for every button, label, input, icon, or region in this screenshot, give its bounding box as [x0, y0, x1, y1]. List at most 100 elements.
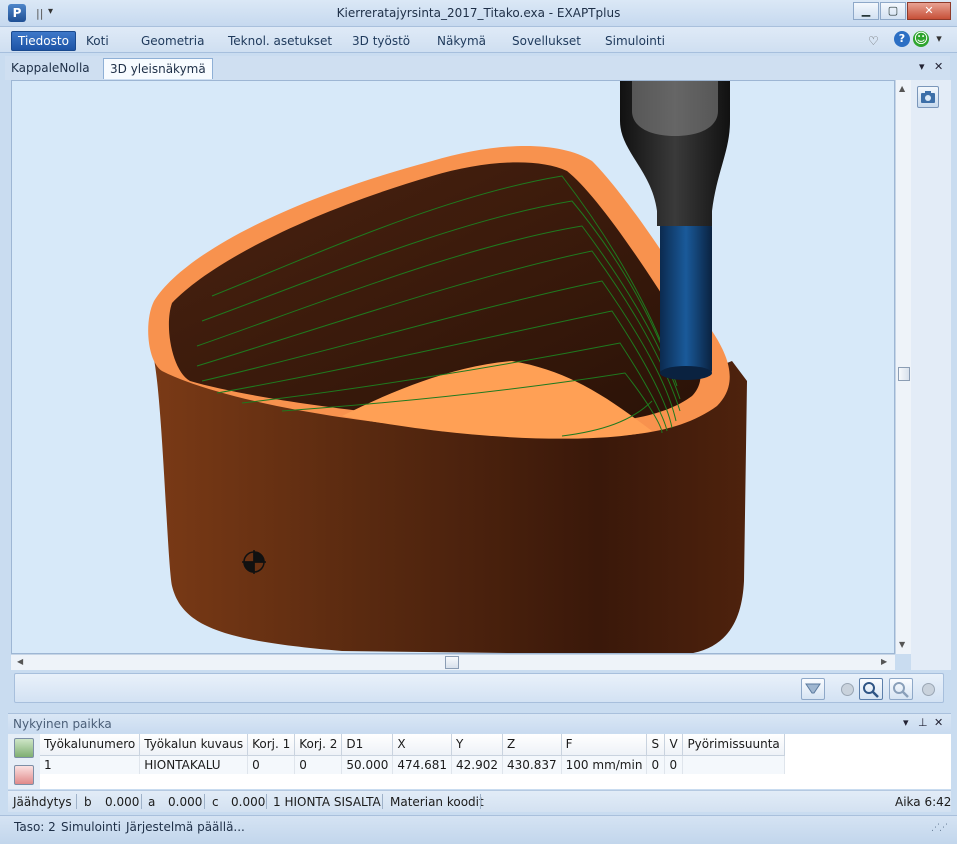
panel-close-icon[interactable]: ✕ — [934, 716, 943, 729]
workpiece-3d-render — [148, 81, 747, 653]
table-cell: 430.837 — [502, 755, 562, 774]
zoom-window-icon[interactable] — [859, 678, 883, 700]
column-header[interactable]: Korj. 1 — [247, 734, 296, 756]
column-header[interactable]: Pyörimissuunta — [682, 734, 785, 756]
status-divider — [266, 794, 267, 809]
vertical-scrollbar[interactable]: ▲ ▼ — [895, 80, 911, 654]
tab-koti[interactable]: Koti — [80, 31, 115, 51]
tab-teknol-asetukset[interactable]: Teknol. asetukset — [222, 31, 338, 51]
table-cell: 0 — [664, 755, 684, 774]
table-cell: HIONTAKALU — [139, 755, 249, 774]
c-axis-value: 0.000 — [231, 795, 266, 809]
status-divider — [76, 794, 77, 809]
options-dropdown-icon[interactable]: ▾ — [931, 31, 947, 47]
cooling-label: Jäähdytys — [13, 795, 72, 809]
column-header[interactable]: Työkalunumero — [40, 734, 141, 756]
scroll-down-icon[interactable]: ▼ — [899, 640, 905, 649]
status-divider — [204, 794, 205, 809]
smiley-icon[interactable]: ☺ — [913, 31, 929, 47]
tool-shank — [660, 221, 712, 376]
position-grid: Työkalunumero Työkalun kuvaus Korj. 1 Korj.… — [8, 734, 951, 789]
help-icon[interactable]: ? — [894, 31, 910, 47]
zoom-in-icon[interactable] — [922, 683, 935, 696]
column-header[interactable]: V — [664, 734, 684, 756]
table-cell: 474.681 — [392, 755, 453, 774]
position-panel-title: Nykyinen paikka — [13, 717, 112, 731]
table-cell: 1 — [40, 755, 141, 774]
table-cell: 100 mm/min — [561, 755, 648, 774]
tab-3d-tyosto[interactable]: 3D työstö — [346, 31, 416, 51]
a-axis-label: a — [148, 795, 156, 809]
minimize-button[interactable]: ▁ — [853, 2, 879, 20]
column-header[interactable]: X — [392, 734, 453, 756]
view-toolbar — [14, 673, 944, 703]
side-toolbar — [911, 80, 951, 670]
ribbon-tabs: Tiedosto Koti Geometria Teknol. asetukse… — [0, 27, 957, 53]
title-bar: P || ▾ Kierreratajyrsinta_2017_Titako.ex… — [0, 0, 957, 27]
level-status: Taso: 2 — [14, 820, 56, 834]
panel-menu-icon[interactable]: ▾ — [903, 716, 909, 729]
mode-status: Simulointi — [61, 820, 121, 834]
view-filter-icon[interactable] — [801, 678, 825, 700]
table-row[interactable]: 1 HIONTAKALU 0 0 50.000 474.681 42.902 430.837 1… — [40, 755, 785, 774]
zoom-out-icon[interactable] — [841, 683, 854, 696]
panel-pin-icon[interactable]: ⊥ — [918, 716, 928, 729]
doc-tab-kappalenolla[interactable]: KappaleNolla — [5, 58, 96, 79]
tab-sovellukset[interactable]: Sovellukset — [506, 31, 587, 51]
column-header[interactable]: S — [646, 734, 666, 756]
column-header[interactable]: Korj. 2 — [294, 734, 343, 756]
b-axis-value: 0.000 — [105, 795, 140, 809]
table-cell: 50.000 — [341, 755, 394, 774]
table-cell: 0 — [294, 755, 343, 774]
grid-icon-column — [8, 734, 40, 789]
column-header[interactable]: Työkalun kuvaus — [139, 734, 249, 756]
horizontal-scroll-thumb[interactable] — [445, 656, 459, 669]
machining-status-bar: Jäähdytys b 0.000 a 0.000 c 0.000 1 HION… — [8, 790, 951, 812]
camera-icon[interactable] — [917, 86, 939, 108]
window-title: Kierreratajyrsinta_2017_Titako.exa - EXA… — [336, 6, 621, 20]
column-header[interactable]: F — [561, 734, 648, 756]
status-divider — [382, 794, 383, 809]
c-axis-label: c — [212, 795, 219, 809]
column-header[interactable]: Y — [451, 734, 504, 756]
doc-tab-close-icon[interactable]: ✕ — [934, 60, 943, 73]
column-header[interactable]: D1 — [341, 734, 394, 756]
b-axis-label: b — [84, 795, 92, 809]
close-button[interactable]: ✕ — [907, 2, 951, 20]
column-header[interactable]: Z — [502, 734, 562, 756]
doc-tab-3d-yleisnakyma[interactable]: 3D yleisnäkymä — [103, 58, 213, 79]
table-cell — [682, 755, 785, 774]
workpiece-cube-icon[interactable] — [14, 765, 34, 785]
tab-nakyma[interactable]: Näkymä — [431, 31, 492, 51]
horizontal-scrollbar[interactable]: ◀ ▶ — [11, 654, 895, 670]
position-table: Työkalunumero Työkalun kuvaus Korj. 1 Korj.… — [40, 734, 785, 774]
resize-grip-icon[interactable]: ⋰⋰ — [931, 823, 948, 833]
system-status: Järjestelmä päällä... — [126, 820, 245, 834]
material-codes-label: Materian koodit — [390, 795, 484, 809]
position-panel-header: Nykyinen paikka ▾ ⊥ ✕ — [8, 713, 951, 733]
scroll-right-icon[interactable]: ▶ — [881, 657, 887, 666]
status-divider — [480, 794, 481, 809]
table-cell: 0 — [247, 755, 296, 774]
scroll-up-icon[interactable]: ▲ — [899, 84, 905, 93]
tab-tiedosto[interactable]: Tiedosto — [11, 31, 76, 51]
zoom-dynamic-icon[interactable] — [889, 678, 913, 700]
maximize-button[interactable]: ▢ — [880, 2, 906, 20]
time-label: Aika 6:42 — [895, 795, 952, 809]
document-tabs: KappaleNolla 3D yleisnäkymä ▾ ✕ — [5, 56, 950, 80]
scroll-left-icon[interactable]: ◀ — [17, 657, 23, 666]
3d-viewport[interactable] — [11, 80, 895, 654]
window-controls: ▁ ▢ ✕ — [852, 2, 951, 20]
a-axis-value: 0.000 — [168, 795, 203, 809]
doc-tabs-menu-icon[interactable]: ▾ — [919, 60, 925, 73]
vertical-scroll-thumb[interactable] — [898, 367, 910, 381]
machine-view-icon[interactable] — [14, 738, 34, 758]
tab-simulointi[interactable]: Simulointi — [599, 31, 671, 51]
operation-label: 1 HIONTA SISALTA — [273, 795, 381, 809]
status-divider — [141, 794, 142, 809]
tab-geometria[interactable]: Geometria — [135, 31, 210, 51]
table-cell: 42.902 — [451, 755, 504, 774]
ribbon-collapse-icon[interactable]: ♡ — [862, 31, 885, 51]
application-status-bar: Taso: 2 Simulointi Järjestelmä päällä...… — [0, 815, 957, 844]
table-cell: 0 — [646, 755, 666, 774]
